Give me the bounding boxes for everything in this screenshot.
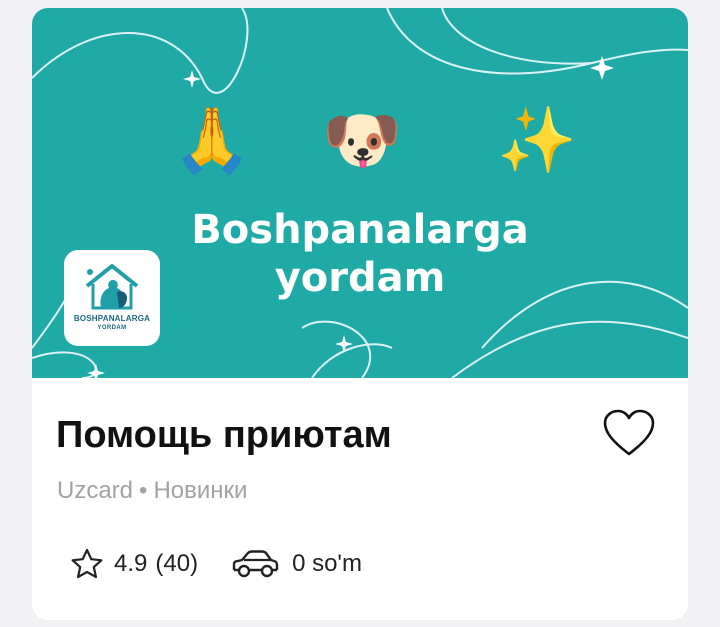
provider-name: Uzcard	[57, 477, 134, 504]
delivery-price: 0 so'm	[292, 550, 362, 577]
favorite-button[interactable]	[602, 408, 656, 458]
pray-emoji-icon: 🙏	[172, 104, 252, 176]
partner-logo: BOSHPANALARGA YORDAM	[64, 250, 160, 346]
sparkles-emoji-icon: ✨	[497, 104, 577, 176]
rating-count: (40)	[155, 550, 199, 577]
banner: 🙏 🐶 ✨ Boshpanalarga yordam BOSHPANALARGA…	[32, 8, 688, 378]
rating-value: 4.9	[114, 550, 148, 577]
product-card[interactable]: 🙏 🐶 ✨ Boshpanalarga yordam BOSHPANALARGA…	[32, 8, 688, 620]
heart-outline-icon	[603, 409, 655, 456]
logo-text-line2: YORDAM	[97, 325, 127, 331]
card-title: Помощь приютам	[56, 414, 392, 456]
separator-dot: •	[139, 477, 148, 504]
shelter-house-icon	[85, 264, 139, 310]
car-icon	[232, 550, 279, 578]
dog-emoji-icon: 🐶	[322, 104, 402, 176]
card-subtitle: Uzcard • Новинки	[57, 476, 247, 506]
card-meta: 4.9 (40) 0 so'm	[70, 548, 362, 580]
category-name: Новинки	[153, 477, 248, 504]
banner-title-line1: Boshpanalarga	[191, 207, 529, 253]
star-icon	[71, 548, 103, 579]
logo-text-line1: BOSHPANALARGA	[73, 314, 151, 323]
